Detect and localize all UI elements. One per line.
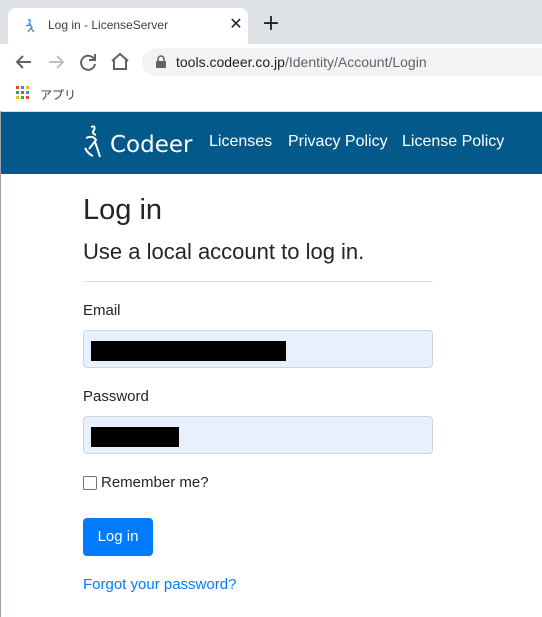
brand-name: Codeer — [110, 132, 193, 158]
site-navbar: Codeer Licenses Privacy Policy License P… — [0, 112, 542, 174]
lock-icon — [156, 55, 166, 68]
url-path: /Identity/Account/Login — [284, 54, 427, 70]
home-icon[interactable] — [108, 50, 132, 74]
apps-grid-icon[interactable] — [16, 86, 30, 100]
login-button[interactable]: Log in — [83, 518, 153, 556]
close-tab-icon[interactable]: ✕ — [228, 16, 244, 32]
new-tab-icon[interactable]: + — [261, 13, 281, 35]
redacted-password — [91, 427, 179, 447]
browser-tab-strip: Log in - LicenseServer ✕ + — [0, 0, 542, 44]
email-field[interactable] — [83, 330, 433, 368]
window-edge — [0, 111, 1, 617]
email-label: Email — [83, 302, 121, 319]
nav-link-licenses[interactable]: Licenses — [209, 133, 272, 151]
codeer-icon — [25, 19, 35, 33]
page-subtitle: Use a local account to log in. — [83, 239, 365, 264]
address-bar[interactable]: tools.codeer.co.jp/Identity/Account/Logi… — [142, 48, 542, 76]
forward-arrow-icon[interactable] — [44, 50, 68, 74]
password-label: Password — [83, 388, 149, 405]
nav-link-license-policy[interactable]: License Policy — [402, 133, 504, 151]
apps-label[interactable]: アプリ — [40, 86, 76, 103]
url-host: tools.codeer.co.jp — [176, 54, 285, 70]
forgot-password-link[interactable]: Forgot your password? — [83, 576, 236, 593]
browser-toolbar: tools.codeer.co.jp/Identity/Account/Logi… — [0, 44, 542, 79]
url-text: tools.codeer.co.jp/Identity/Account/Logi… — [176, 54, 427, 70]
password-field[interactable] — [83, 416, 433, 454]
back-arrow-icon[interactable] — [12, 50, 36, 74]
remember-me-checkbox[interactable] — [83, 476, 97, 490]
bookmarks-bar: アプリ — [0, 79, 542, 112]
nav-link-privacy-policy[interactable]: Privacy Policy — [288, 133, 388, 151]
remember-me-label[interactable]: Remember me? — [101, 474, 209, 491]
divider — [83, 281, 433, 282]
tab-title: Log in - LicenseServer — [48, 18, 169, 32]
reload-icon[interactable] — [76, 50, 100, 74]
codeer-logo-icon — [84, 125, 101, 158]
page-title: Log in — [83, 194, 163, 226]
redacted-email — [91, 341, 286, 361]
browser-tab[interactable]: Log in - LicenseServer ✕ — [8, 8, 248, 44]
